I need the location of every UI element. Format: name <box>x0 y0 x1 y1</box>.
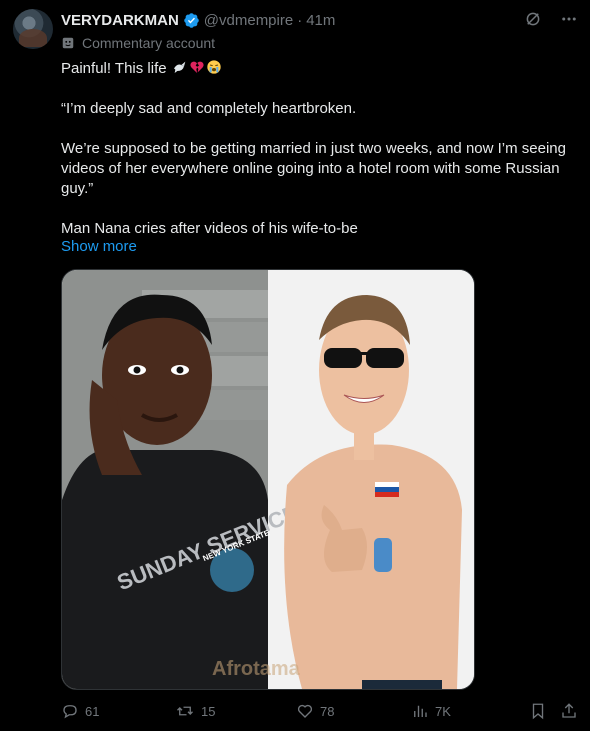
avatar[interactable] <box>13 9 53 49</box>
tweet-line-1: Painful! This life <box>61 60 167 77</box>
commentary-text: Commentary account <box>82 35 216 51</box>
like-count: 78 <box>320 703 335 719</box>
broken-heart-emoji <box>190 61 204 73</box>
display-name[interactable]: VERYDARKMAN <box>61 12 179 29</box>
tweet-text: Painful! This life “I’m deeply sad and c… <box>61 59 576 239</box>
post-header: VERYDARKMAN @vdmempire · 41m <box>61 10 335 30</box>
reply-button[interactable]: 61 <box>61 702 99 720</box>
collage-image: SUNDAY SERVICE NEW YORK STATE Afrotama <box>62 270 474 689</box>
bookmark-button[interactable] <box>529 702 547 720</box>
tweet-image[interactable]: SUNDAY SERVICE NEW YORK STATE Afrotama <box>61 269 475 690</box>
reply-icon <box>63 705 77 719</box>
views-icon <box>414 705 427 717</box>
share-button[interactable] <box>560 702 578 720</box>
post[interactable]: VERYDARKMAN @vdmempire · 41m Commentary … <box>0 0 590 731</box>
handle[interactable]: @vdmempire <box>204 12 293 29</box>
separator: · <box>297 11 303 29</box>
repost-button[interactable]: 15 <box>175 702 215 720</box>
timestamp[interactable]: 41m <box>306 12 335 29</box>
views-count: 7K <box>435 703 451 719</box>
tweet-line-3: We’re supposed to be getting married in … <box>61 140 566 197</box>
grok-icon[interactable] <box>524 10 542 28</box>
repost-icon <box>177 706 193 716</box>
share-icon <box>562 703 576 718</box>
tweet-quote: “I’m deeply sad and completely heartbrok… <box>61 100 357 117</box>
watermark: Afrotama <box>212 658 301 680</box>
repost-count: 15 <box>201 703 216 719</box>
like-button[interactable]: 78 <box>296 702 334 720</box>
reply-count: 61 <box>85 703 100 719</box>
commentary-account-label: Commentary account <box>61 35 215 51</box>
show-more-link[interactable]: Show more <box>61 238 137 255</box>
verified-badge-icon <box>184 12 199 28</box>
crying-face-emoji <box>207 60 221 74</box>
dove-emoji <box>173 61 186 73</box>
action-bar: 61 15 78 7K <box>61 702 581 724</box>
views-button[interactable]: 7K <box>411 702 451 720</box>
top-actions <box>524 10 578 28</box>
more-icon[interactable] <box>560 10 578 28</box>
russia-flag-emoji <box>375 482 399 497</box>
tweet-line-4: Man Nana cries after videos of his wife-… <box>61 220 358 237</box>
like-icon <box>297 704 313 718</box>
theater-mask-icon <box>62 37 74 49</box>
bookmark-icon <box>532 703 544 720</box>
